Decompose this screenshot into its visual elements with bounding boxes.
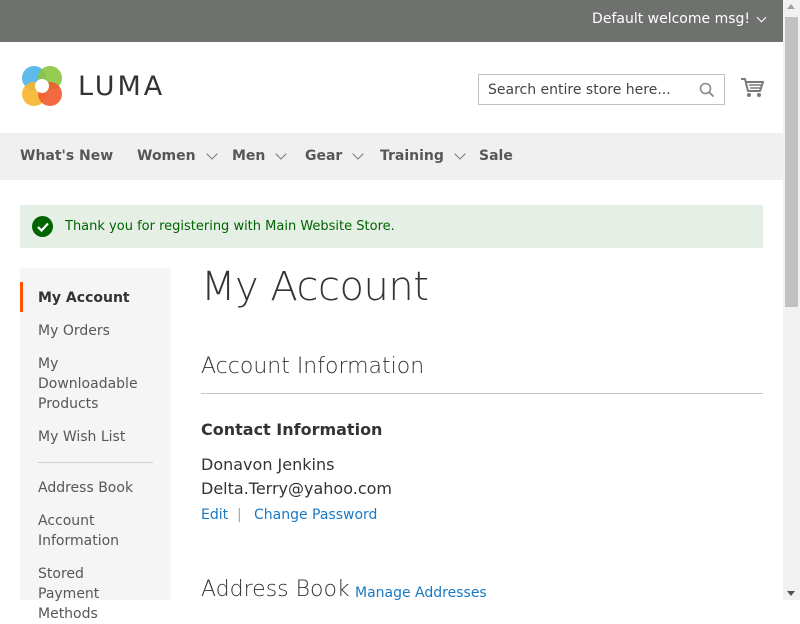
nav-item-label: Gear — [305, 148, 343, 164]
search-icon[interactable] — [699, 82, 715, 98]
site-header: LUMA — [0, 42, 783, 133]
success-message: Thank you for registering with Main Webs… — [20, 205, 763, 248]
contact-information-heading: Contact Information — [201, 420, 383, 439]
main-navigation: What's New Women Men Gear Training Sale — [0, 133, 783, 180]
sidebar-item-my-orders[interactable]: My Orders — [38, 321, 163, 341]
sidebar-divider — [38, 462, 153, 463]
logo-text: LUMA — [78, 70, 166, 102]
manage-addresses-link[interactable]: Manage Addresses — [355, 585, 487, 601]
search-input[interactable] — [479, 75, 689, 104]
top-bar: Default welcome msg! — [0, 0, 783, 42]
nav-item-label: Sale — [479, 148, 513, 164]
nav-item-whats-new[interactable]: What's New — [20, 148, 113, 164]
page-title: My Account — [201, 264, 429, 310]
change-password-link[interactable]: Change Password — [254, 507, 377, 523]
sidebar-item-stored-payment-methods[interactable]: Stored Payment Methods — [38, 564, 148, 624]
nav-item-training[interactable]: Training — [380, 147, 466, 164]
scroll-up-arrow-icon[interactable] — [787, 4, 795, 9]
account-information-heading: Account Information — [201, 354, 425, 379]
success-message-text: Thank you for registering with Main Webs… — [65, 219, 395, 234]
scroll-thumb[interactable] — [785, 17, 798, 307]
sidebar-item-my-wish-list[interactable]: My Wish List — [38, 427, 163, 447]
chevron-down-icon — [275, 147, 288, 160]
nav-item-women[interactable]: Women — [137, 147, 218, 164]
address-book-heading: Address Book — [201, 577, 350, 602]
chevron-down-icon — [205, 147, 218, 160]
sidebar-item-address-book[interactable]: Address Book — [38, 478, 163, 498]
account-sidebar: My Account My Orders My Downloadable Pro… — [20, 268, 171, 622]
cart-icon[interactable] — [740, 77, 764, 99]
chevron-down-icon — [756, 12, 767, 22]
sidebar-item-my-downloadable-products[interactable]: My Downloadable Products — [38, 354, 138, 414]
nav-item-label: Men — [232, 148, 266, 164]
customer-email: Delta.Terry@yahoo.com — [201, 479, 392, 498]
sidebar-item-account-information[interactable]: Account Information — [38, 511, 133, 551]
edit-contact-link[interactable]: Edit — [201, 507, 228, 523]
welcome-dropdown[interactable]: Default welcome msg! — [592, 11, 767, 27]
welcome-message: Default welcome msg! — [592, 11, 750, 27]
checkmark-icon — [32, 216, 53, 237]
page-scrollbar[interactable] — [783, 0, 800, 600]
nav-item-sale[interactable]: Sale — [479, 148, 513, 164]
link-separator: | — [237, 507, 242, 523]
section-divider — [201, 393, 763, 394]
customer-name: Donavon Jenkins — [201, 455, 335, 474]
search-box — [478, 74, 725, 105]
store-logo[interactable]: LUMA — [20, 64, 165, 108]
active-indicator — [20, 282, 23, 312]
luma-logo-icon — [22, 66, 62, 106]
scroll-down-arrow-icon[interactable] — [787, 591, 795, 596]
nav-item-label: What's New — [20, 148, 114, 164]
nav-item-label: Training — [380, 148, 444, 164]
sidebar-item-my-account[interactable]: My Account — [38, 288, 163, 308]
nav-item-men[interactable]: Men — [232, 147, 288, 164]
chevron-down-icon — [352, 147, 365, 160]
nav-item-gear[interactable]: Gear — [305, 147, 365, 164]
nav-item-label: Women — [137, 148, 196, 164]
chevron-down-icon — [454, 147, 466, 160]
